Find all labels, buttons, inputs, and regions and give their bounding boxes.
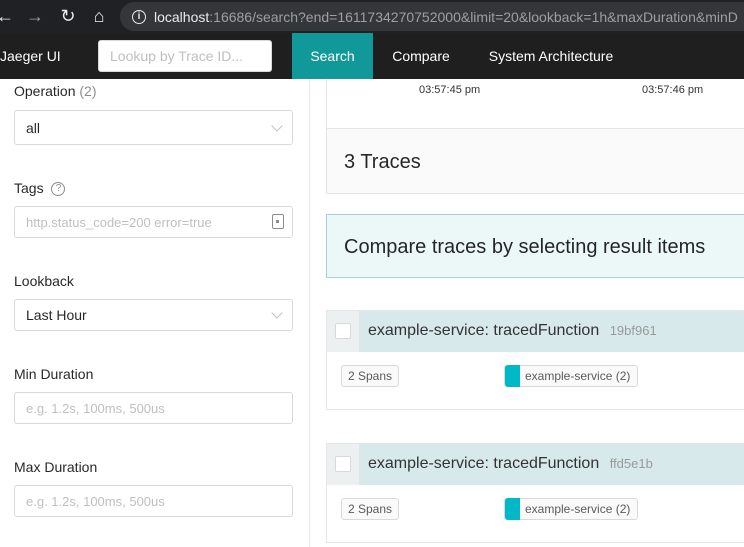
tags-label: Tags ?	[14, 180, 66, 197]
search-form-sidebar: Operation (2) all Tags ? Lookback Last H…	[0, 79, 310, 547]
scatter-x-tick: 03:57:46 pm	[642, 84, 704, 96]
trace-id: 19bf961	[609, 323, 657, 338]
reload-icon[interactable]: ↻	[58, 0, 78, 33]
operation-label-text: Operation	[14, 83, 76, 99]
traces-count-header: 3 Traces	[326, 128, 744, 194]
service-color-swatch	[505, 365, 520, 387]
app-logo[interactable]: Jaeger UI	[0, 33, 61, 79]
trace-result-item[interactable]: example-service: tracedFunction 19bf961 …	[326, 310, 744, 410]
chevron-down-icon	[271, 120, 283, 132]
trace-id-lookup-input[interactable]	[98, 40, 272, 72]
trace-operation: tracedFunction	[493, 455, 600, 472]
compare-banner-text: Compare traces by selecting result items	[344, 236, 706, 258]
trace-select-checkbox[interactable]	[335, 323, 351, 339]
traces-count: 3 Traces	[344, 151, 421, 173]
operation-select-value: all	[26, 119, 41, 136]
nav-compare-tab[interactable]: Compare	[373, 33, 469, 79]
lookback-select-value: Last Hour	[26, 307, 87, 323]
service-tag-label: example-service (2)	[525, 369, 631, 383]
service-color-swatch	[505, 498, 520, 520]
tags-input[interactable]	[14, 206, 293, 238]
home-icon[interactable]: ⌂	[88, 0, 110, 33]
operation-label: Operation (2)	[14, 83, 97, 99]
nav-system-architecture-tab[interactable]: System Architecture	[469, 33, 633, 79]
service-tag-label: example-service (2)	[525, 502, 631, 516]
tags-syntax-icon[interactable]	[272, 214, 284, 229]
nav-search-tab[interactable]: Search	[292, 33, 373, 79]
trace-result-item[interactable]: example-service: tracedFunction ffd5e1b …	[326, 443, 744, 543]
max-duration-label: Max Duration	[14, 459, 98, 475]
trace-select-checkbox[interactable]	[335, 456, 351, 472]
browser-toolbar: ← → ↻ ⌂ i localhost:16686/search?end=161…	[0, 0, 744, 33]
question-circle-icon[interactable]: ?	[51, 182, 66, 197]
max-duration-input[interactable]	[14, 485, 293, 517]
forward-arrow-icon[interactable]: →	[26, 0, 44, 33]
trace-operation: tracedFunction	[493, 322, 600, 339]
span-count-tag: 2 Spans	[341, 498, 400, 520]
min-duration-label: Min Duration	[14, 366, 94, 382]
lookback-select[interactable]: Last Hour	[14, 299, 293, 331]
span-count-tag: 2 Spans	[341, 365, 400, 387]
top-navigation: Jaeger UI Search Compare System Architec…	[0, 33, 744, 79]
chevron-down-icon	[271, 307, 283, 319]
trace-id: ffd5e1b	[609, 456, 653, 471]
tags-label-text: Tags	[14, 180, 44, 196]
url-host: localhost	[154, 8, 210, 25]
operation-select[interactable]: all	[14, 110, 293, 145]
search-results: 03:57:45 pm 03:57:46 pm 3 Traces Compare…	[310, 79, 744, 547]
trace-title[interactable]: example-service: tracedFunction 19bf961	[368, 322, 657, 340]
back-arrow-icon[interactable]: ←	[0, 0, 14, 33]
min-duration-input[interactable]	[14, 392, 293, 424]
address-bar[interactable]: i localhost:16686/search?end=16117342707…	[120, 2, 744, 31]
scatter-x-tick: 03:57:45 pm	[419, 84, 481, 96]
operation-count: (2)	[79, 83, 97, 99]
url-path: :16686/search?end=1611734270752000&limit…	[209, 8, 738, 25]
info-icon[interactable]: i	[132, 9, 146, 24]
trace-title[interactable]: example-service: tracedFunction ffd5e1b	[368, 455, 653, 473]
lookback-label: Lookback	[14, 273, 74, 289]
compare-banner: Compare traces by selecting result items	[326, 214, 744, 278]
service-tag: example-service (2)	[504, 365, 639, 387]
service-tag: example-service (2)	[504, 498, 639, 520]
trace-service: example-service:	[368, 322, 489, 339]
trace-service: example-service:	[368, 455, 489, 472]
